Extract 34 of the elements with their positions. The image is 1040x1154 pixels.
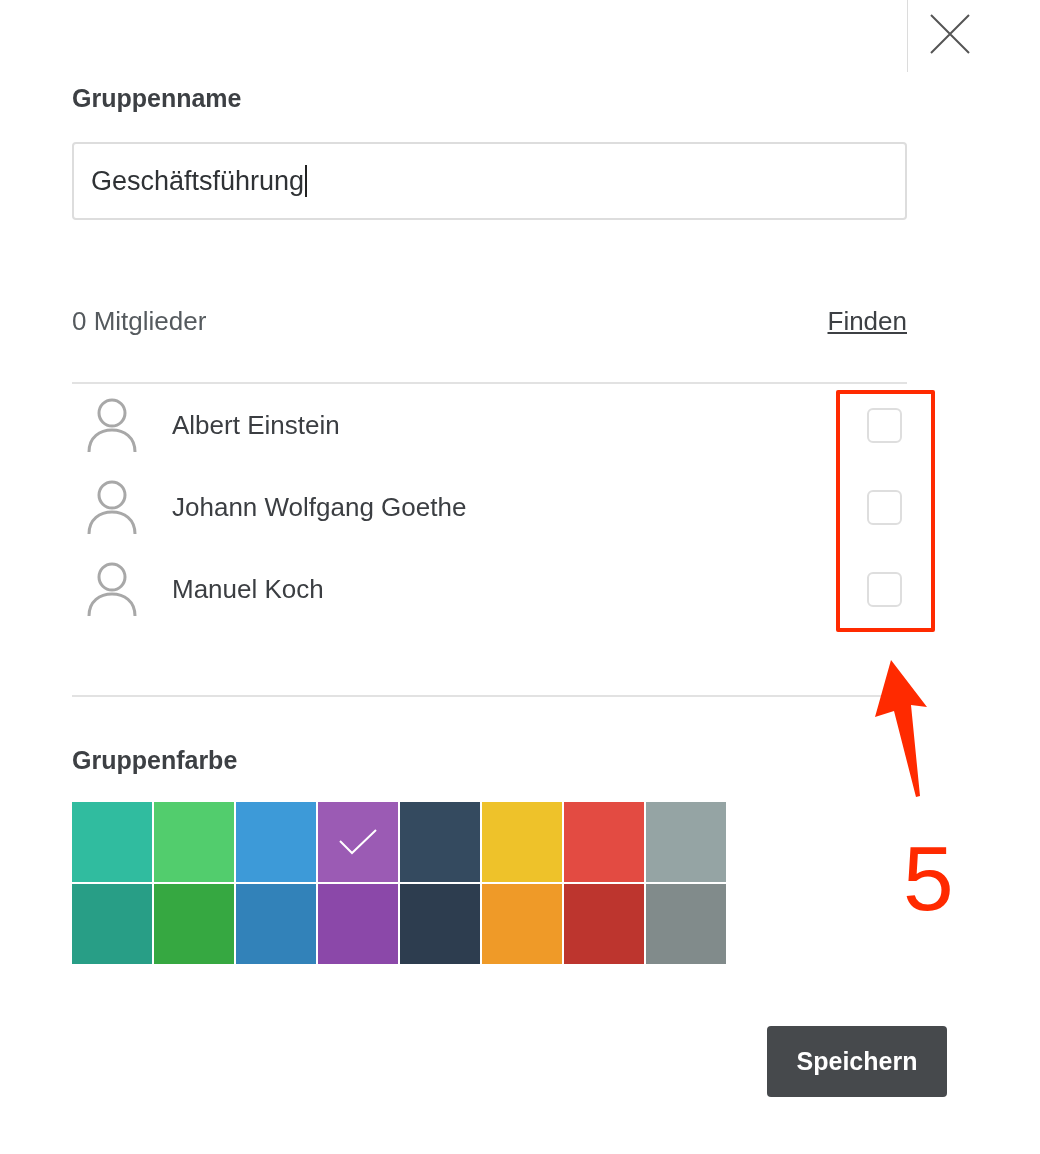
save-button[interactable]: Speichern — [767, 1026, 947, 1097]
member-name: Albert Einstein — [172, 408, 340, 442]
color-swatch[interactable] — [646, 802, 726, 882]
member-checkbox[interactable] — [867, 571, 902, 607]
check-icon — [339, 829, 377, 855]
member-count: 0 Mitglieder — [72, 305, 207, 337]
color-swatch[interactable] — [236, 884, 316, 964]
member-name: Manuel Koch — [172, 572, 324, 606]
color-swatch[interactable] — [482, 884, 562, 964]
color-swatch[interactable] — [318, 884, 398, 964]
person-avatar-icon — [87, 397, 137, 453]
color-swatch[interactable] — [72, 884, 152, 964]
annotation-number: 5 — [903, 833, 954, 924]
group-color-label: Gruppenfarbe — [72, 745, 238, 776]
group-name-label: Gruppenname — [72, 83, 242, 114]
member-checkbox[interactable] — [867, 407, 902, 443]
color-swatch[interactable] — [564, 802, 644, 882]
color-swatch[interactable] — [400, 884, 480, 964]
color-swatch[interactable] — [564, 884, 644, 964]
color-swatch[interactable] — [72, 802, 152, 882]
person-avatar-icon — [87, 479, 137, 535]
close-icon — [929, 14, 970, 54]
group-name-field[interactable]: Geschäftsführung — [72, 142, 907, 220]
color-swatch[interactable] — [154, 802, 234, 882]
person-avatar-icon — [87, 561, 137, 617]
color-swatch[interactable] — [646, 884, 726, 964]
find-link[interactable]: Finden — [827, 305, 907, 337]
color-swatch[interactable] — [400, 802, 480, 882]
color-swatch[interactable] — [236, 802, 316, 882]
member-name: Johann Wolfgang Goethe — [172, 490, 467, 524]
color-swatch[interactable] — [318, 802, 398, 882]
member-checkbox[interactable] — [867, 489, 902, 525]
color-swatch[interactable] — [482, 802, 562, 882]
color-swatch[interactable] — [154, 884, 234, 964]
